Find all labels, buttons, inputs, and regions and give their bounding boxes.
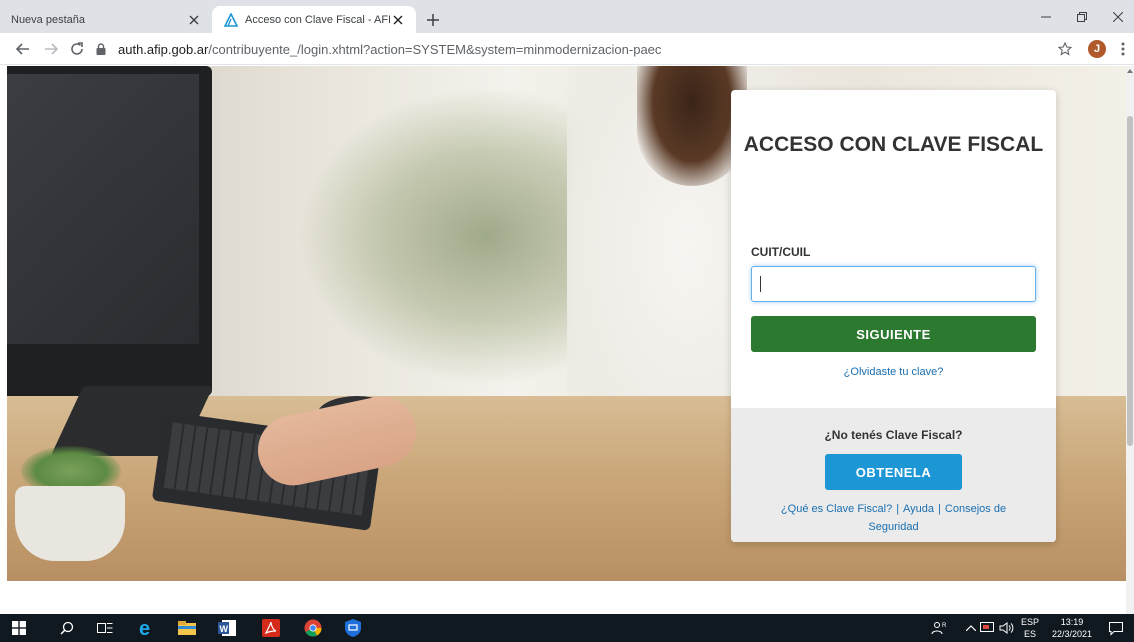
page-viewport: ACCESO CON CLAVE FISCAL CUIT/CUIL SIGUIE…	[0, 66, 1134, 614]
search-icon[interactable]	[52, 614, 82, 642]
forgot-password-link[interactable]: ¿Olvidaste tu clave?	[731, 366, 1056, 378]
scrollbar-thumb[interactable]	[1127, 116, 1133, 446]
link-separator: |	[938, 503, 941, 515]
browser-tab-strip: Nueva pestaña Acceso con Clave Fiscal - …	[0, 0, 1134, 33]
new-tab-button[interactable]	[422, 9, 444, 31]
cuit-label: CUIT/CUIL	[751, 245, 811, 259]
minimize-icon[interactable]	[1028, 0, 1064, 33]
login-heading: ACCESO CON CLAVE FISCAL	[743, 133, 1044, 156]
siguiente-button[interactable]: SIGUIENTE	[751, 316, 1036, 352]
tab-title: Nueva pestaña	[11, 13, 85, 26]
no-account-text: ¿No tenés Clave Fiscal?	[824, 428, 963, 442]
defender-icon[interactable]	[338, 614, 368, 642]
profile-avatar[interactable]: J	[1088, 40, 1106, 58]
clock[interactable]: 13:19 22/3/2021	[1044, 616, 1100, 640]
task-view-icon[interactable]	[90, 614, 120, 642]
signup-section: ¿No tenés Clave Fiscal? OBTENELA ¿Qué es…	[731, 408, 1056, 542]
cuit-input[interactable]	[751, 266, 1036, 302]
svg-text:R: R	[942, 623, 947, 629]
tab-title: Acceso con Clave Fiscal - AFIP	[245, 13, 390, 26]
reload-icon[interactable]	[66, 38, 88, 60]
windows-start-icon[interactable]	[4, 614, 34, 642]
tab-nueva-pestana[interactable]: Nueva pestaña	[0, 6, 212, 33]
link-separator: |	[896, 503, 900, 515]
svg-text:e: e	[139, 619, 150, 637]
word-icon[interactable]: W	[212, 614, 242, 642]
obtenela-button[interactable]: OBTENELA	[825, 454, 962, 490]
scroll-up-icon[interactable]	[1127, 69, 1133, 75]
notification-center-icon[interactable]	[1108, 620, 1124, 636]
tab-afip[interactable]: Acceso con Clave Fiscal - AFIP	[212, 6, 416, 33]
browser-toolbar: auth.afip.gob.ar/contribuyente_/login.xh…	[0, 33, 1134, 65]
svg-text:W: W	[220, 624, 229, 634]
acrobat-icon[interactable]	[256, 614, 286, 642]
what-is-clave-fiscal-link[interactable]: ¿Qué es Clave Fiscal?	[781, 503, 892, 515]
back-arrow-icon[interactable]	[12, 38, 34, 60]
close-icon[interactable]	[390, 12, 406, 28]
vertical-scrollbar[interactable]	[1126, 66, 1134, 614]
ayuda-link[interactable]: Ayuda	[903, 503, 934, 515]
login-card: ACCESO CON CLAVE FISCAL CUIT/CUIL SIGUIE…	[731, 90, 1056, 542]
people-icon[interactable]: R	[924, 614, 954, 642]
input-language[interactable]: ESP ES	[1018, 616, 1042, 640]
afip-favicon-icon	[223, 12, 239, 28]
internet-explorer-icon[interactable]: e	[132, 614, 162, 642]
address-bar[interactable]: auth.afip.gob.ar/contribuyente_/login.xh…	[96, 37, 1086, 61]
restore-icon[interactable]	[1064, 0, 1100, 33]
text-caret	[760, 276, 761, 292]
url-host: auth.afip.gob.ar	[118, 41, 209, 57]
windows-taskbar: e W R ESP ES 13:19 22/3/2021	[0, 614, 1134, 642]
url-path: /contribuyente_/login.xhtml?action=SYSTE…	[208, 41, 662, 57]
close-window-icon[interactable]	[1100, 0, 1134, 33]
chrome-icon[interactable]	[298, 614, 328, 642]
file-explorer-icon[interactable]	[172, 614, 202, 642]
close-icon[interactable]	[186, 12, 202, 28]
forward-arrow-icon[interactable]	[40, 38, 62, 60]
lock-icon	[96, 43, 110, 55]
computer-monitor-image	[7, 66, 212, 396]
menu-kebab-icon[interactable]	[1116, 38, 1130, 60]
bookmark-star-icon[interactable]	[1054, 38, 1076, 60]
help-links: ¿Qué es Clave Fiscal? | Ayuda | Consejos de …	[771, 500, 1016, 536]
